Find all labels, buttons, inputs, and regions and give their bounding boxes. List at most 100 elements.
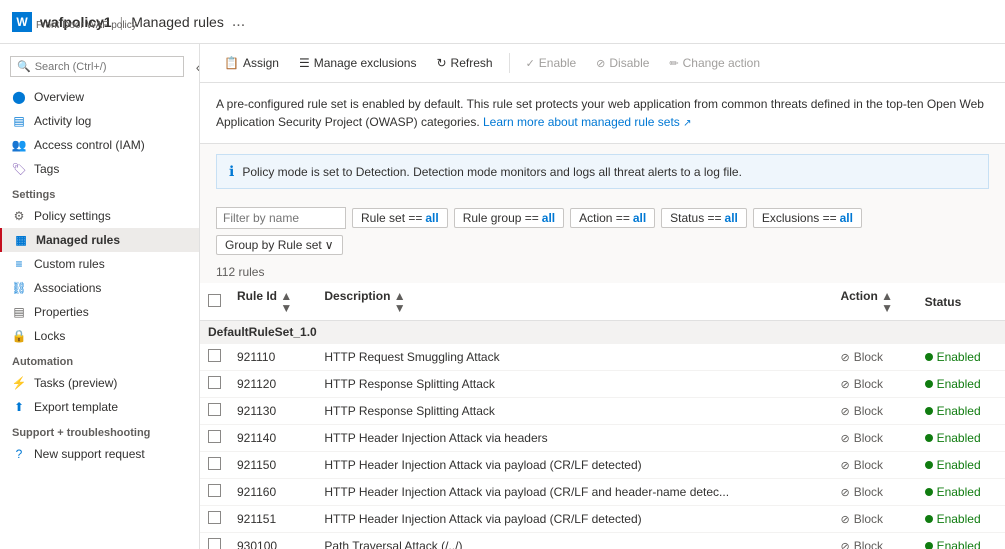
sidebar-item-tasks[interactable]: ⚡ Tasks (preview) — [0, 371, 199, 395]
status-label: Enabled — [937, 485, 981, 499]
status-dot — [925, 434, 933, 442]
sidebar-item-label: Properties — [34, 305, 89, 319]
description-sort-icon[interactable]: ▲▼ — [394, 290, 406, 314]
row-checkbox[interactable] — [208, 403, 221, 416]
rule-set-filter[interactable]: Rule set == all — [352, 208, 448, 228]
sidebar-item-locks[interactable]: 🔒 Locks — [0, 324, 199, 348]
table-row[interactable]: 930100 Path Traversal Attack (/../) ⊘ Bl… — [200, 533, 1005, 549]
row-checkbox-cell — [200, 344, 229, 371]
action-filter[interactable]: Action == all — [570, 208, 655, 228]
table-row[interactable]: 921150 HTTP Header Injection Attack via … — [200, 452, 1005, 479]
enable-button[interactable]: ✓ Enable — [518, 52, 585, 74]
group-by-dropdown[interactable]: Group by Rule set ∨ — [216, 235, 343, 255]
toolbar: 📋 Assign ☰ Manage exclusions ↻ Refresh ✓… — [200, 44, 1005, 83]
rule-id-sort-icon[interactable]: ▲▼ — [280, 290, 292, 314]
row-checkbox[interactable] — [208, 457, 221, 470]
table-row[interactable]: 921110 HTTP Request Smuggling Attack ⊘ B… — [200, 344, 1005, 371]
sidebar-collapse-button[interactable]: « — [192, 57, 200, 77]
status-label: Enabled — [937, 458, 981, 472]
filter-by-name-input[interactable] — [216, 207, 346, 229]
automation-section-label: Automation — [0, 348, 199, 371]
row-checkbox[interactable] — [208, 511, 221, 524]
rules-table-body: DefaultRuleSet_1.0 921110 HTTP Request S… — [200, 321, 1005, 549]
action-sort-icon[interactable]: ▲▼ — [881, 290, 893, 314]
row-checkbox[interactable] — [208, 349, 221, 362]
sidebar-item-label: Locks — [34, 329, 65, 343]
row-checkbox[interactable] — [208, 538, 221, 549]
sidebar-item-label: Tags — [34, 162, 59, 176]
sidebar-item-policy-settings[interactable]: ⚙ Policy settings — [0, 204, 199, 228]
refresh-button[interactable]: ↻ Refresh — [428, 52, 500, 74]
block-icon: ⊘ — [840, 378, 849, 391]
table-row[interactable]: 921130 HTTP Response Splitting Attack ⊘ … — [200, 398, 1005, 425]
sidebar-item-custom-rules[interactable]: ≡ Custom rules — [0, 252, 199, 276]
activity-log-icon: ▤ — [12, 114, 26, 128]
disable-button[interactable]: ⊘ Disable — [588, 52, 657, 74]
action-label: Block — [854, 377, 883, 391]
exclusions-filter[interactable]: Exclusions == all — [753, 208, 862, 228]
rule-group-filter[interactable]: Rule group == all — [454, 208, 564, 228]
status-cell: Enabled — [917, 425, 1005, 452]
action-label: Block — [854, 458, 883, 472]
status-label: Enabled — [937, 350, 981, 364]
status-label: Enabled — [937, 377, 981, 391]
chevron-down-icon: ∨ — [325, 238, 334, 252]
assign-button[interactable]: 📋 Assign — [216, 52, 287, 74]
block-icon: ⊘ — [840, 540, 849, 549]
sidebar-item-label: Access control (IAM) — [34, 138, 145, 152]
sidebar-item-managed-rules[interactable]: ▦ Managed rules — [0, 228, 199, 252]
page-header: W wafpolicy1 | Managed rules ... Front D… — [0, 0, 1005, 44]
status-cell: Enabled — [917, 506, 1005, 533]
change-action-button[interactable]: ✏ Change action — [661, 52, 768, 74]
select-all-checkbox[interactable] — [208, 294, 221, 307]
block-icon: ⊘ — [840, 486, 849, 499]
th-status: Status — [917, 283, 1005, 321]
rule-id-cell: 921160 — [229, 479, 316, 506]
sidebar-item-new-support[interactable]: ? New support request — [0, 442, 199, 466]
status-dot — [925, 353, 933, 361]
app-logo: W — [12, 12, 32, 32]
table-row[interactable]: 921140 HTTP Header Injection Attack via … — [200, 425, 1005, 452]
more-options-button[interactable]: ... — [232, 13, 245, 31]
support-section-label: Support + troubleshooting — [0, 419, 199, 442]
status-filter[interactable]: Status == all — [661, 208, 747, 228]
status-cell: Enabled — [917, 398, 1005, 425]
sidebar-item-associations[interactable]: ⛓ Associations — [0, 276, 199, 300]
row-checkbox[interactable] — [208, 484, 221, 497]
description-cell: Path Traversal Attack (/../) — [316, 533, 832, 549]
status-dot — [925, 488, 933, 496]
status-cell: Enabled — [917, 344, 1005, 371]
managed-rules-icon: ▦ — [14, 233, 28, 247]
search-input[interactable] — [35, 61, 177, 73]
sidebar-item-properties[interactable]: ▤ Properties — [0, 300, 199, 324]
rules-count: 112 rules — [200, 263, 1005, 283]
table-row[interactable]: 921160 HTTP Header Injection Attack via … — [200, 479, 1005, 506]
learn-more-link[interactable]: Learn more about managed rule sets ↗ — [483, 115, 692, 129]
row-checkbox[interactable] — [208, 430, 221, 443]
sidebar-item-label: Overview — [34, 90, 84, 104]
manage-exclusions-button[interactable]: ☰ Manage exclusions — [291, 52, 425, 74]
status-label: Enabled — [937, 431, 981, 445]
sidebar-item-tags[interactable]: 🏷 Tags — [0, 157, 199, 181]
tasks-icon: ⚡ — [12, 376, 26, 390]
sidebar-item-access-control[interactable]: 👥 Access control (IAM) — [0, 133, 199, 157]
table-row[interactable]: 921120 HTTP Response Splitting Attack ⊘ … — [200, 371, 1005, 398]
th-action: Action ▲▼ — [832, 283, 916, 321]
rules-table-container[interactable]: Rule Id ▲▼ Description ▲▼ Action ▲▼ Stat… — [200, 283, 1005, 549]
sidebar-item-activity-log[interactable]: ▤ Activity log — [0, 109, 199, 133]
filter-bar: Rule set == all Rule group == all Action… — [200, 199, 1005, 263]
status-label: Enabled — [937, 512, 981, 526]
manage-exclusions-icon: ☰ — [299, 56, 310, 70]
table-row[interactable]: 921151 HTTP Header Injection Attack via … — [200, 506, 1005, 533]
status-dot — [925, 515, 933, 523]
block-icon: ⊘ — [840, 513, 849, 526]
sidebar-search-box[interactable]: 🔍 — [10, 56, 184, 77]
table-header-row: Rule Id ▲▼ Description ▲▼ Action ▲▼ Stat… — [200, 283, 1005, 321]
action-label: Block — [854, 539, 883, 549]
sidebar-item-overview[interactable]: ⬤ Overview — [0, 85, 199, 109]
sidebar-item-label: Associations — [34, 281, 101, 295]
sidebar-item-export-template[interactable]: ⬆ Export template — [0, 395, 199, 419]
description-cell: HTTP Response Splitting Attack — [316, 398, 832, 425]
action-label: Block — [854, 485, 883, 499]
row-checkbox[interactable] — [208, 376, 221, 389]
